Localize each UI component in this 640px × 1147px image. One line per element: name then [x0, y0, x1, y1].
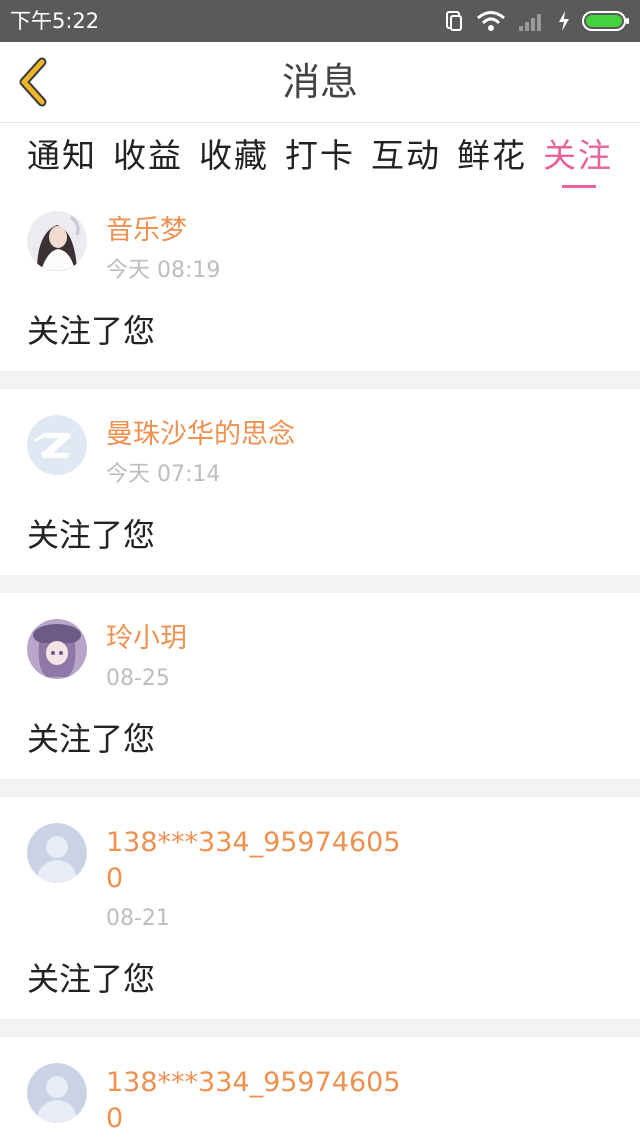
- default-person-icon: [27, 823, 87, 883]
- tab-favorites[interactable]: 收藏: [199, 135, 269, 177]
- message-time: 今天 07:14: [106, 462, 221, 487]
- avatar[interactable]: [27, 211, 87, 271]
- status-time: 下午5:22: [10, 9, 100, 33]
- default-z-avatar-icon: [27, 415, 87, 475]
- default-person-icon: [27, 1063, 87, 1123]
- tab-follow[interactable]: 关注: [543, 135, 613, 177]
- charging-icon: [559, 11, 569, 31]
- avatar[interactable]: [27, 619, 87, 679]
- message-time: 08-21: [106, 906, 170, 931]
- tab-checkin[interactable]: 打卡: [285, 135, 355, 177]
- avatar[interactable]: [27, 415, 87, 475]
- wifi-icon: [477, 11, 505, 31]
- tab-notice[interactable]: 通知: [27, 135, 97, 177]
- message-time: 08-25: [106, 666, 170, 691]
- signal-icon: [519, 14, 541, 31]
- message-time: 今天 08:19: [106, 258, 221, 283]
- tab-active-indicator: [562, 185, 596, 188]
- battery-icon: [582, 11, 629, 31]
- page-title: 消息: [281, 60, 358, 104]
- divider: [0, 1019, 640, 1037]
- message-text: 关注了您: [27, 720, 156, 758]
- message-list: 音乐梦 今天 08:19 关注了您 曼珠沙华的思念 今天 07:14 关注了您: [0, 193, 640, 1147]
- nav-bar: 消息: [0, 42, 640, 123]
- list-item[interactable]: 曼珠沙华的思念 今天 07:14 关注了您: [0, 389, 640, 575]
- username[interactable]: 音乐梦: [106, 213, 406, 249]
- tab-earnings[interactable]: 收益: [113, 135, 183, 177]
- list-item[interactable]: 玲小玥 08-25 关注了您: [0, 593, 640, 779]
- message-text: 关注了您: [27, 312, 156, 350]
- divider: [0, 575, 640, 593]
- username[interactable]: 曼珠沙华的思念: [106, 417, 406, 453]
- list-item[interactable]: 138***334_959746050 08-21 关注了您: [0, 797, 640, 1019]
- message-text: 关注了您: [27, 960, 156, 998]
- tab-bar: 通知 收益 收藏 打卡 互动 鲜花 关注: [0, 123, 640, 193]
- user-photo-icon: [27, 211, 87, 271]
- avatar[interactable]: [27, 823, 87, 883]
- message-text: 关注了您: [27, 516, 156, 554]
- status-bar: 下午5:22: [0, 0, 640, 42]
- anime-avatar-icon: [27, 619, 87, 679]
- divider: [0, 779, 640, 797]
- tab-interaction[interactable]: 互动: [371, 135, 441, 177]
- username[interactable]: 138***334_959746050: [106, 825, 406, 897]
- list-item[interactable]: 音乐梦 今天 08:19 关注了您: [0, 193, 640, 371]
- username[interactable]: 138***334_959746050: [106, 1065, 406, 1137]
- tab-flowers[interactable]: 鲜花: [457, 135, 527, 177]
- divider: [0, 371, 640, 389]
- status-icons: [444, 8, 630, 34]
- avatar[interactable]: [27, 1063, 87, 1123]
- screen-rotate-icon: [446, 11, 462, 31]
- list-item[interactable]: 138***334_959746050: [0, 1037, 640, 1147]
- username[interactable]: 玲小玥: [106, 621, 406, 657]
